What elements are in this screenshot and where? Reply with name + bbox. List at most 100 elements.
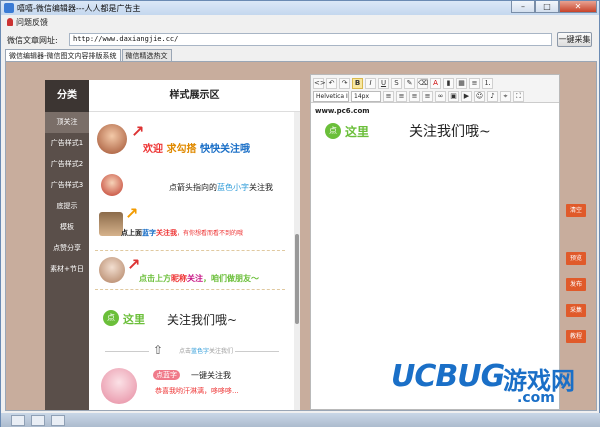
collect-button[interactable]: 采集 <box>566 304 586 317</box>
style-card[interactable]: ⇧ 点击蓝色字关注我们 <box>95 342 285 360</box>
app-icon <box>4 3 14 13</box>
map-icon[interactable]: ⌖ <box>500 90 511 102</box>
green-dot-badge: 点 <box>103 310 119 326</box>
app-window: 嘻嘻-微信编辑器---人人都是广告主 – □ ✕ 问题反馈 微信文章网址: ht… <box>0 0 600 427</box>
tab-strip: 微信编辑器-微信图文内容排版系统 微信精选热文 <box>5 49 173 61</box>
undo-icon[interactable]: ↶ <box>326 77 337 89</box>
category-item[interactable]: 顶关注 <box>45 112 89 133</box>
style-card[interactable]: ↗ 点击上方昵称关注，咱们做朋友～ <box>95 250 285 290</box>
clear-button[interactable]: 清空 <box>566 204 586 217</box>
category-item[interactable]: 底提示 <box>45 196 89 217</box>
italic-button[interactable]: I <box>365 77 376 89</box>
preview-button[interactable]: 预览 <box>566 252 586 265</box>
font-color-button[interactable]: A <box>430 77 441 89</box>
style-card[interactable]: 点蓝字 一键关注我 恭喜我哟汗淋漓，哆哆哆... <box>95 364 285 408</box>
url-label: 微信文章网址: <box>7 36 58 45</box>
bold-button[interactable]: B <box>352 77 363 89</box>
style-card[interactable]: 点箭头指向的蓝色小字关注我 <box>95 168 285 208</box>
font-size-select[interactable]: 14px <box>351 90 381 102</box>
site-url-text: www.pc6.com <box>315 107 370 115</box>
card-text: 点击上方昵称关注，咱们做朋友～ <box>139 273 259 284</box>
publish-button[interactable]: 发布 <box>566 278 586 291</box>
taskbar <box>1 413 600 427</box>
category-item[interactable]: 模板 <box>45 217 89 238</box>
strikethrough-icon[interactable]: S <box>391 77 402 89</box>
window-controls: – □ ✕ <box>511 1 597 13</box>
text-segment: 快快关注哦 <box>199 144 250 155</box>
close-button[interactable]: ✕ <box>559 1 597 13</box>
category-item[interactable]: 素材+节日 <box>45 259 89 280</box>
editor-toolbar: <> ↶ ↷ B I U S ✎ ⌫ A ▮ ▦ ≡ ⒈ Helvetica I <box>311 75 559 103</box>
text-segment: 蓝字 <box>142 229 156 237</box>
text-segment: 关注我 <box>249 183 273 192</box>
align-left-icon[interactable]: ≡ <box>383 90 394 102</box>
style-card[interactable]: ↗ 欢迎 求勾搭 快快关注哦 <box>95 120 285 160</box>
format-painter-icon[interactable]: ✎ <box>404 77 415 89</box>
list-icon[interactable]: ≡ <box>469 77 480 89</box>
photo-avatar-icon <box>99 257 125 283</box>
toolbar-row: <> ↶ ↷ B I U S ✎ ⌫ A ▮ ▦ ≡ ⒈ <box>313 77 495 89</box>
font-family-select[interactable]: Helvetica I <box>313 90 349 102</box>
minimize-button[interactable]: – <box>511 1 535 13</box>
showcase-scrollbar[interactable] <box>294 112 300 410</box>
arrow-icon: ↗ <box>131 122 145 141</box>
tab-editor[interactable]: 微信编辑器-微信图文内容排版系统 <box>5 49 121 61</box>
category-heading: 分类 <box>45 80 89 112</box>
category-item[interactable]: 点赞分享 <box>45 238 89 259</box>
text-segment: 点击上方 <box>139 274 171 283</box>
up-arrow-icon: ⇧ <box>153 343 164 357</box>
tab-hot-articles[interactable]: 微信精选热文 <box>121 49 172 61</box>
watermark-logo: UCBUG 游戏网 .com <box>391 359 591 409</box>
text-segment: 求勾搭 <box>166 144 197 155</box>
video-icon[interactable]: ▶ <box>461 90 472 102</box>
menu-bar: 问题反馈 <box>1 15 599 29</box>
source-code-icon[interactable]: <> <box>313 77 326 89</box>
justify-icon[interactable]: ≡ <box>422 90 433 102</box>
text-segment: 点击 <box>179 348 192 355</box>
text-segment: ，有你想看而看不到的哦 <box>177 230 244 237</box>
feedback-icon <box>7 18 13 26</box>
tag-badge: 点蓝字 <box>153 370 180 380</box>
article-url-input[interactable]: http://www.daxiangjie.cc/ <box>69 33 552 46</box>
redo-icon[interactable]: ↷ <box>339 77 350 89</box>
menu-feedback[interactable]: 问题反馈 <box>16 17 48 28</box>
one-click-collect-button[interactable]: 一键采集 <box>557 32 592 47</box>
follow-us-text: 关注我们哦~ <box>409 124 491 140</box>
text-segment: ，咱们做朋友～ <box>203 274 259 283</box>
scrollbar-thumb[interactable] <box>295 234 299 324</box>
category-sidebar: 分类 顶关注 广告样式1 广告样式2 广告样式3 底提示 模板 点赞分享 素材+… <box>45 80 89 410</box>
align-right-icon[interactable]: ≡ <box>409 90 420 102</box>
card-text: 欢迎 求勾搭 快快关注哦 <box>143 140 250 155</box>
style-card[interactable]: 点 这里 关注我们哦~ <box>95 302 285 336</box>
clear-format-icon[interactable]: ⌫ <box>417 77 428 89</box>
tutorial-button[interactable]: 教程 <box>566 330 586 343</box>
category-item[interactable]: 广告样式2 <box>45 154 89 175</box>
taskbar-app-icon[interactable] <box>11 415 25 426</box>
here-text: 这里 <box>123 313 145 326</box>
underline-button[interactable]: U <box>378 77 389 89</box>
align-center-icon[interactable]: ≡ <box>396 90 407 102</box>
emoji-icon[interactable]: ☺ <box>474 90 485 102</box>
text-segment: 关注 <box>187 274 203 283</box>
divider <box>105 351 149 352</box>
fullscreen-icon[interactable]: ⛶ <box>513 90 524 102</box>
girl-avatar-icon <box>97 124 127 154</box>
link-icon[interactable]: ∞ <box>435 90 446 102</box>
green-dot-badge: 点 <box>325 123 341 139</box>
ordered-list-icon[interactable]: ⒈ <box>482 77 493 89</box>
taskbar-app-icon[interactable] <box>51 415 65 426</box>
card-text: 点上面蓝字关注我，有你想看而看不到的哦 <box>121 228 243 238</box>
text-segment: 昵称 <box>171 274 187 283</box>
music-icon[interactable]: ♪ <box>487 90 498 102</box>
category-item[interactable]: 广告样式1 <box>45 133 89 154</box>
here-text: 这里 <box>345 125 370 139</box>
text-segment: 关注我们 <box>209 348 234 355</box>
maximize-button[interactable]: □ <box>535 1 559 13</box>
taskbar-app-icon[interactable] <box>31 415 45 426</box>
image-icon[interactable]: ▣ <box>448 90 459 102</box>
table-icon[interactable]: ▦ <box>456 77 467 89</box>
card-text: 点箭头指向的蓝色小字关注我 <box>169 182 273 193</box>
highlight-icon[interactable]: ▮ <box>443 77 454 89</box>
style-card[interactable]: ↗ 点上面蓝字关注我，有你想看而看不到的哦 <box>95 204 285 242</box>
category-item[interactable]: 广告样式3 <box>45 175 89 196</box>
